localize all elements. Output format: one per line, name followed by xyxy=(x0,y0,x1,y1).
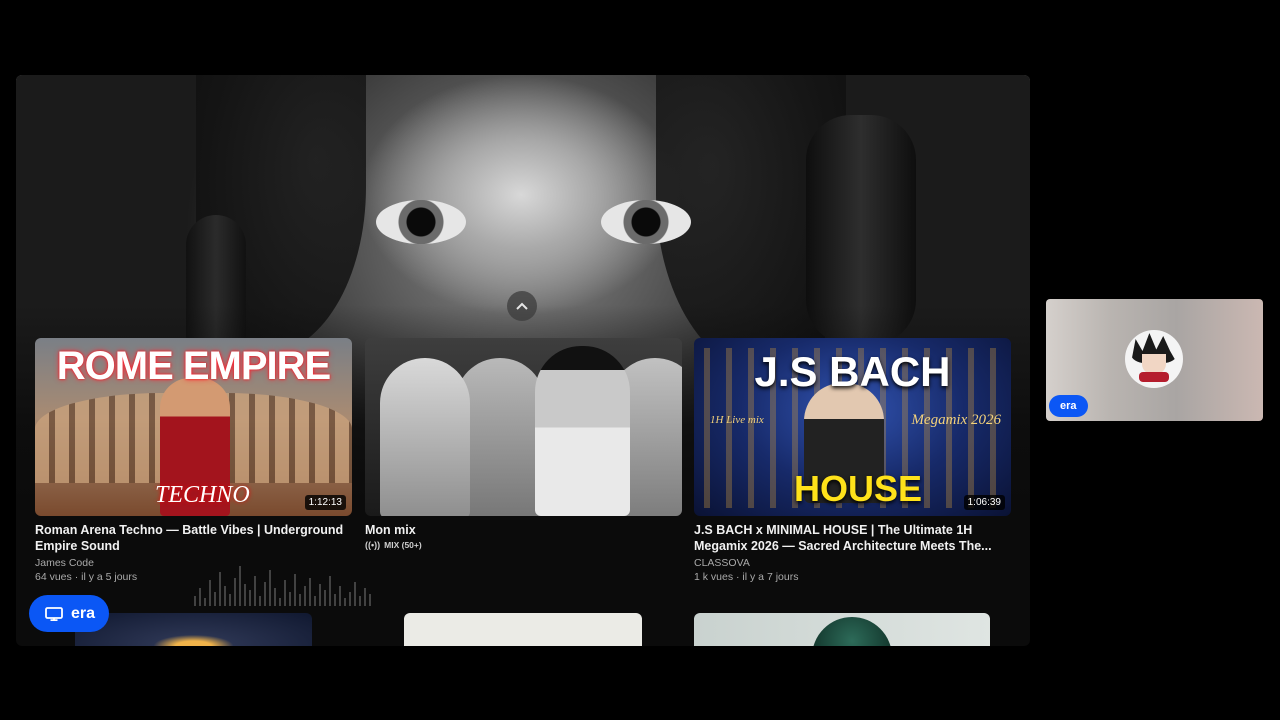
mix-badge: ((•)) MIX (50+) xyxy=(365,540,682,550)
video-thumbnail[interactable] xyxy=(75,613,312,646)
chevron-up-icon[interactable] xyxy=(507,291,537,321)
video-card[interactable]: J.S BACH 1H Live mix Megamix 2026 HOUSE … xyxy=(694,338,1011,583)
thumbnail-tag: 1H Live mix xyxy=(710,414,764,426)
channel-name[interactable]: James Code xyxy=(35,557,352,569)
video-meta: 64 vues · il y a 5 jours xyxy=(35,571,138,583)
radio-waves-icon: ((•)) xyxy=(365,540,381,550)
participant-name-tag: era xyxy=(1049,395,1088,417)
video-title[interactable]: Mon mix xyxy=(365,522,682,538)
video-meta: 1 k vues · il y a 7 jours xyxy=(694,571,799,583)
avatar xyxy=(1125,330,1183,388)
duration-badge: 1:12:13 xyxy=(304,495,346,510)
duration-badge: 1:06:39 xyxy=(963,495,1005,510)
mix-badge-label: MIX (50+) xyxy=(384,540,422,550)
video-thumbnail[interactable] xyxy=(365,338,682,516)
video-title[interactable]: Roman Arena Techno — Battle Vibes | Unde… xyxy=(35,522,352,554)
thumbnail-subheading: TECHNO xyxy=(155,482,250,508)
thumbnail-subheading: HOUSE xyxy=(794,468,923,509)
video-thumbnail[interactable]: J.S BACH 1H Live mix Megamix 2026 HOUSE … xyxy=(694,338,1011,516)
channel-name[interactable]: CLASSOVA xyxy=(694,557,1011,569)
video-thumbnail[interactable] xyxy=(404,613,642,646)
video-thumbnail[interactable]: ROME EMPIRE TECHNO 1:12:13 xyxy=(35,338,352,516)
presenter-chip[interactable]: era xyxy=(29,595,110,632)
video-thumbnail[interactable] xyxy=(694,613,990,646)
video-card[interactable]: Mon mix ((•)) MIX (50+) xyxy=(365,338,682,550)
screen-share-icon xyxy=(45,606,63,621)
thumbnail-tag: Megamix 2026 xyxy=(911,412,1001,428)
video-title[interactable]: J.S BACH x MINIMAL HOUSE | The Ultimate … xyxy=(694,522,1011,554)
thumbnail-heading: ROME EMPIRE xyxy=(56,344,331,388)
presenter-name: era xyxy=(71,604,96,622)
video-card[interactable]: ROME EMPIRE TECHNO 1:12:13 Roman Arena T… xyxy=(35,338,352,583)
thumbnail-heading: J.S BACH xyxy=(754,348,951,395)
participant-tile[interactable]: era xyxy=(1046,299,1263,421)
shared-screen: ROME EMPIRE TECHNO 1:12:13 Roman Arena T… xyxy=(16,75,1030,646)
